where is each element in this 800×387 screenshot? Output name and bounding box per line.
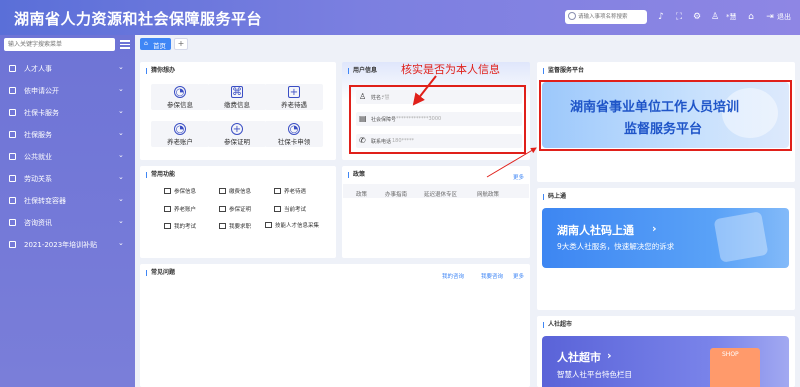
arrow-to-supervision [486, 147, 537, 178]
arrow-to-user-info [412, 75, 437, 106]
annotation-arrows [412, 75, 537, 178]
